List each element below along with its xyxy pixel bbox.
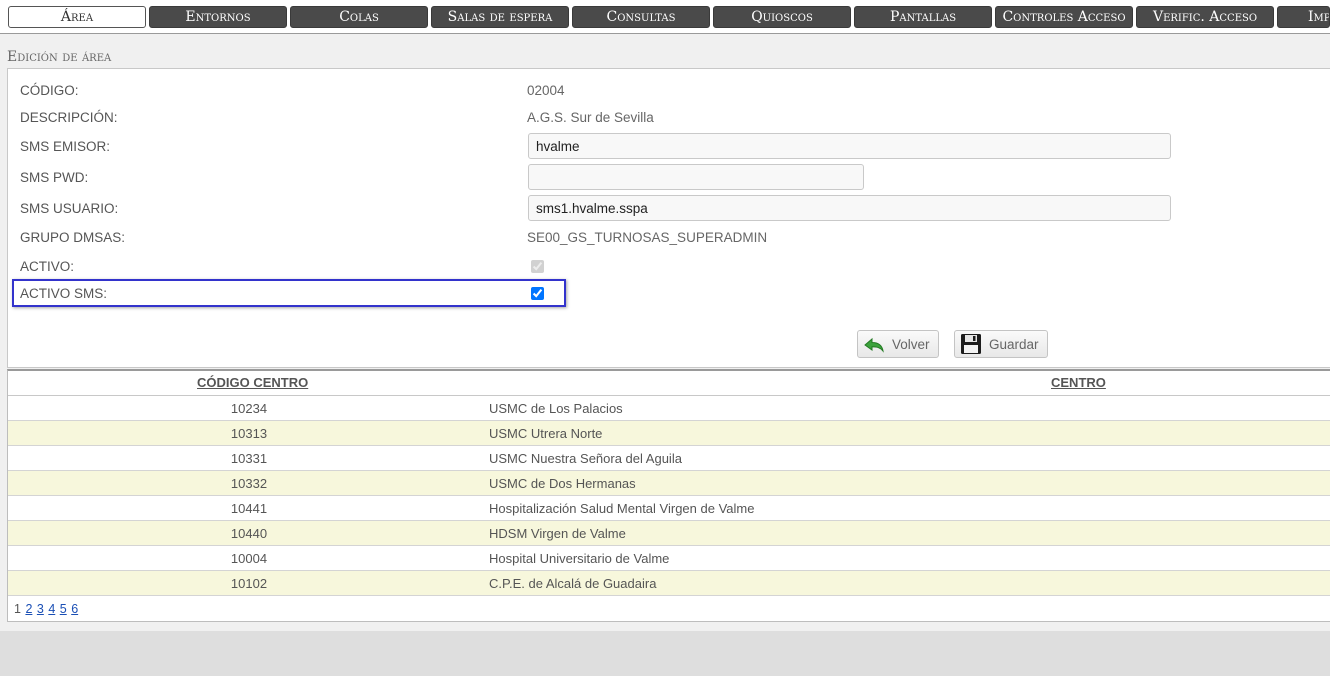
codigo-centro-cell: 10313 (230, 426, 268, 441)
tab-colas[interactable]: Colas (290, 6, 428, 28)
guardar-button[interactable]: Guardar (954, 330, 1048, 358)
section-title: Edición de área (7, 49, 112, 65)
codigo-centro-cell: 10234 (230, 401, 268, 416)
centro-cell: USMC de Los Palacios (489, 401, 623, 416)
page-link-6[interactable]: 6 (71, 602, 78, 616)
top-nav-bar: Área Entornos Colas Salas de espera Cons… (0, 0, 1330, 34)
tab-pantallas[interactable]: Pantallas (854, 6, 992, 28)
tab-salas-de-espera[interactable]: Salas de espera (431, 6, 569, 28)
table-row[interactable]: 10004 Hospital Universitario de Valme (8, 546, 1330, 571)
codigo-centro-cell: 10440 (230, 526, 268, 541)
back-arrow-icon (864, 337, 884, 353)
grupo-dmsas-value: SE00_GS_TURNOSAS_SUPERADMIN (527, 230, 768, 245)
table-row[interactable]: 10234 USMC de Los Palacios (8, 396, 1330, 421)
sms-emisor-input[interactable] (528, 133, 1171, 159)
codigo-value: 02004 (527, 83, 565, 98)
tab-controles-acceso[interactable]: Controles Acceso (995, 6, 1133, 28)
centro-cell: HDSM Virgen de Valme (489, 526, 626, 541)
current-page: 1 (14, 602, 21, 616)
table-row[interactable]: 10313 USMC Utrera Norte (8, 421, 1330, 446)
centro-cell: C.P.E. de Alcalá de Guadaira (489, 576, 657, 591)
sms-usuario-input[interactable] (528, 195, 1171, 221)
page-link-3[interactable]: 3 (37, 602, 44, 616)
volver-button-label: Volver (892, 336, 930, 352)
tab-quioscos[interactable]: Quioscos (713, 6, 851, 28)
pagination: 1 2 3 4 5 6 (14, 602, 78, 616)
volver-button[interactable]: Volver (857, 330, 939, 358)
table-row[interactable]: 10441 Hospitalización Salud Mental Virge… (8, 496, 1330, 521)
page-link-4[interactable]: 4 (48, 602, 55, 616)
table-row[interactable]: 10440 HDSM Virgen de Valme (8, 521, 1330, 546)
table-row[interactable]: 10102 C.P.E. de Alcalá de Guadaira (8, 571, 1330, 596)
centro-cell: Hospital Universitario de Valme (489, 551, 670, 566)
page-link-5[interactable]: 5 (60, 602, 67, 616)
tab-area[interactable]: Área (8, 6, 146, 28)
sms-emisor-label: SMS EMISOR: (20, 139, 111, 154)
codigo-label: CÓDIGO: (20, 83, 79, 98)
guardar-button-label: Guardar (989, 336, 1039, 352)
activo-sms-label: ACTIVO SMS: (20, 286, 108, 301)
sms-pwd-input[interactable] (528, 164, 864, 190)
activo-label: ACTIVO: (20, 259, 75, 274)
floppy-disk-icon (961, 334, 981, 354)
tab-consultas[interactable]: Consultas (572, 6, 710, 28)
centro-cell: USMC Nuestra Señora del Aguila (489, 451, 682, 466)
codigo-centro-cell: 10441 (230, 501, 268, 516)
centro-cell: USMC Utrera Norte (489, 426, 603, 441)
codigo-centro-cell: 10004 (230, 551, 268, 566)
codigo-centro-cell: 10331 (230, 451, 268, 466)
column-header-centro[interactable]: CENTRO (1051, 375, 1106, 390)
sms-usuario-label: SMS USUARIO: (20, 201, 119, 216)
page-footer-area (0, 631, 1330, 676)
tab-entornos[interactable]: Entornos (149, 6, 287, 28)
tab-imp[interactable]: Imp (1277, 6, 1330, 28)
centro-cell: USMC de Dos Hermanas (489, 476, 636, 491)
descripcion-value: A.G.S. Sur de Sevilla (527, 110, 654, 125)
codigo-centro-cell: 10332 (230, 476, 268, 491)
descripcion-label: DESCRIPCIÓN: (20, 110, 118, 125)
column-header-codigo-centro[interactable]: CÓDIGO CENTRO (197, 375, 308, 390)
grupo-dmsas-label: GRUPO DMSAS: (20, 230, 126, 245)
activo-sms-checkbox[interactable] (531, 287, 544, 300)
tab-verific-acceso[interactable]: Verific. Acceso (1136, 6, 1274, 28)
page-link-2[interactable]: 2 (25, 602, 32, 616)
table-row[interactable]: 10331 USMC Nuestra Señora del Aguila (8, 446, 1330, 471)
sms-pwd-label: SMS PWD: (20, 170, 89, 185)
activo-checkbox (531, 260, 544, 273)
table-row[interactable]: 10332 USMC de Dos Hermanas (8, 471, 1330, 496)
codigo-centro-cell: 10102 (230, 576, 268, 591)
centro-cell: Hospitalización Salud Mental Virgen de V… (489, 501, 755, 516)
